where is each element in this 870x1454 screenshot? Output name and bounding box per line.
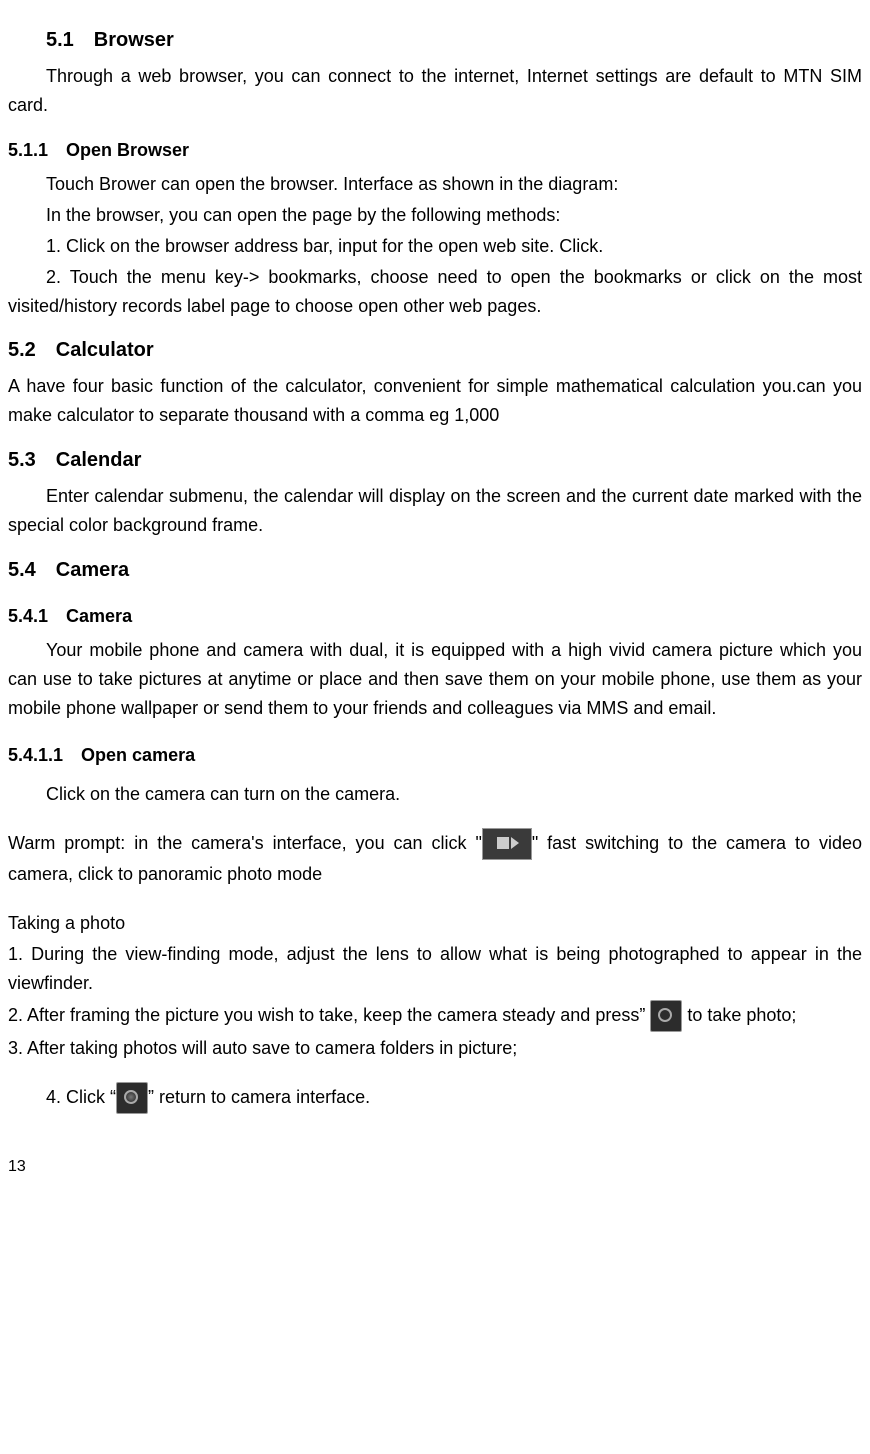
para-open-browser-4: 2. Touch the menu key-> bookmarks, choos… (8, 263, 862, 321)
para-calendar: Enter calendar submenu, the calendar wil… (8, 482, 862, 540)
para-warm-prompt: Warm prompt: in the camera's interface, … (8, 828, 862, 889)
taking-photo-4a: 4. Click “ (46, 1087, 116, 1107)
heading-5-4-1-camera: 5.4.1 Camera (8, 602, 862, 631)
para-open-browser-3: 1. Click on the browser address bar, inp… (8, 232, 862, 261)
video-switch-icon (482, 828, 532, 860)
heading-5-4-1-1-open-camera: 5.4.1.1 Open camera (8, 741, 862, 770)
para-taking-photo-3: 3. After taking photos will auto save to… (8, 1034, 862, 1063)
return-icon (116, 1082, 148, 1114)
page-number: 13 (8, 1154, 862, 1180)
para-open-camera: Click on the camera can turn on the came… (8, 780, 862, 809)
heading-5-1-browser: 5.1 Browser (8, 24, 862, 56)
para-taking-photo-1: 1. During the view-finding mode, adjust … (8, 940, 862, 998)
para-taking-photo-2: 2. After framing the picture you wish to… (8, 1000, 862, 1032)
taking-photo-2a: 2. After framing the picture you wish to… (8, 1004, 650, 1024)
heading-5-1-1-open-browser: 5.1.1 Open Browser (8, 136, 862, 165)
para-taking-photo-4: 4. Click “ ” return to camera interface. (8, 1082, 862, 1114)
heading-taking-photo: Taking a photo (8, 909, 862, 938)
taking-photo-2b: to take photo; (682, 1004, 796, 1024)
heading-5-2-calculator: 5.2 Calculator (8, 334, 862, 366)
heading-5-4-camera: 5.4 Camera (8, 554, 862, 586)
para-camera-desc: Your mobile phone and camera with dual, … (8, 636, 862, 722)
warm-prompt-text-a: Warm prompt: in the camera's interface, … (8, 833, 482, 853)
heading-5-3-calendar: 5.3 Calendar (8, 444, 862, 476)
shutter-icon (650, 1000, 682, 1032)
para-calculator: A have four basic function of the calcul… (8, 372, 862, 430)
para-browser-intro: Through a web browser, you can connect t… (8, 62, 862, 120)
para-open-browser-1: Touch Brower can open the browser. Inter… (8, 170, 862, 199)
taking-photo-4b: ” return to camera interface. (148, 1087, 370, 1107)
para-open-browser-2: In the browser, you can open the page by… (8, 201, 862, 230)
